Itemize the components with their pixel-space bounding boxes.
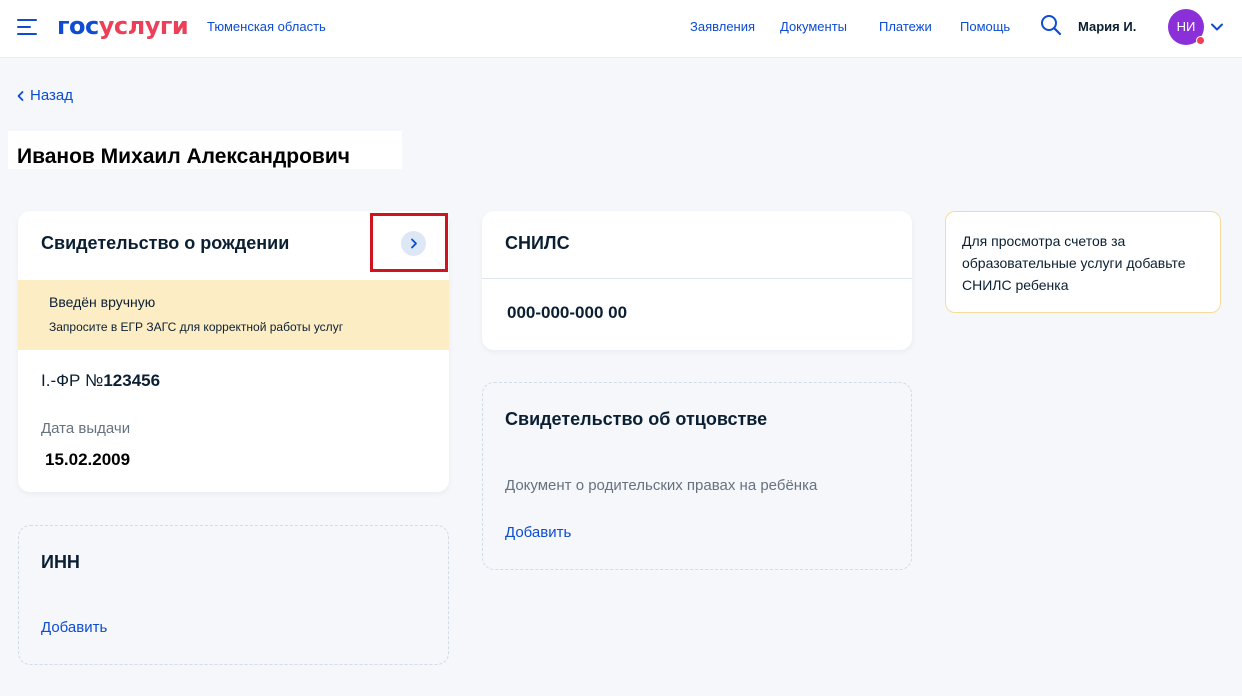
notification-dot [1196,36,1205,45]
snils-value: 000-000-000 00 [507,303,628,322]
paternity-description: Документ о родительских правах на ребёнк… [505,477,818,494]
warning-text: Запросите в ЕГР ЗАГС для корректной рабо… [49,320,344,334]
chevron-down-icon[interactable] [1210,20,1224,34]
search-icon[interactable] [1040,14,1062,36]
nav-documents[interactable]: Документы [780,19,847,34]
manual-entry-warning [18,280,449,350]
logo-part-uslugi: услуги [98,12,189,40]
birth-cert-title: Свидетельство о рождении [41,233,290,253]
logo-part-gos: гос [57,12,99,40]
back-link[interactable]: Назад [16,87,73,104]
notice-text: Для просмотра счетов за образовательные … [962,233,1186,293]
snils-title: СНИЛС [505,233,570,253]
issue-date-value: 15.02.2009 [45,450,131,469]
top-header: госуслуги Тюменская область Заявления До… [0,0,1242,58]
snils-divider [482,278,912,279]
snils-card [482,211,912,350]
back-label: Назад [30,87,73,104]
paternity-title: Свидетельство об отцовстве [505,409,768,429]
menu-icon[interactable] [17,19,39,36]
nav-help[interactable]: Помощь [960,19,1010,34]
warning-title: Введён вручную [49,294,156,310]
inn-add-link[interactable]: Добавить [41,619,107,636]
cert-series: I.-ФР № [41,371,104,390]
cert-number-value: 123456 [103,371,161,390]
user-name[interactable]: Мария И. [1078,19,1136,34]
inn-title: ИНН [41,552,80,572]
highlight-frame [370,213,448,272]
paternity-add-link[interactable]: Добавить [505,524,571,541]
gosuslugi-logo[interactable]: госуслуги [57,11,189,41]
nav-payments[interactable]: Платежи [879,19,932,34]
cert-number: I.-ФР №123456 [41,371,160,391]
issue-date-label: Дата выдачи [41,420,131,437]
inn-card [18,525,449,665]
nav-applications[interactable]: Заявления [690,19,755,34]
page-title: Иванов Михаил Александрович [8,131,402,169]
chevron-left-icon [17,90,24,101]
region-selector[interactable]: Тюменская область [207,19,326,34]
